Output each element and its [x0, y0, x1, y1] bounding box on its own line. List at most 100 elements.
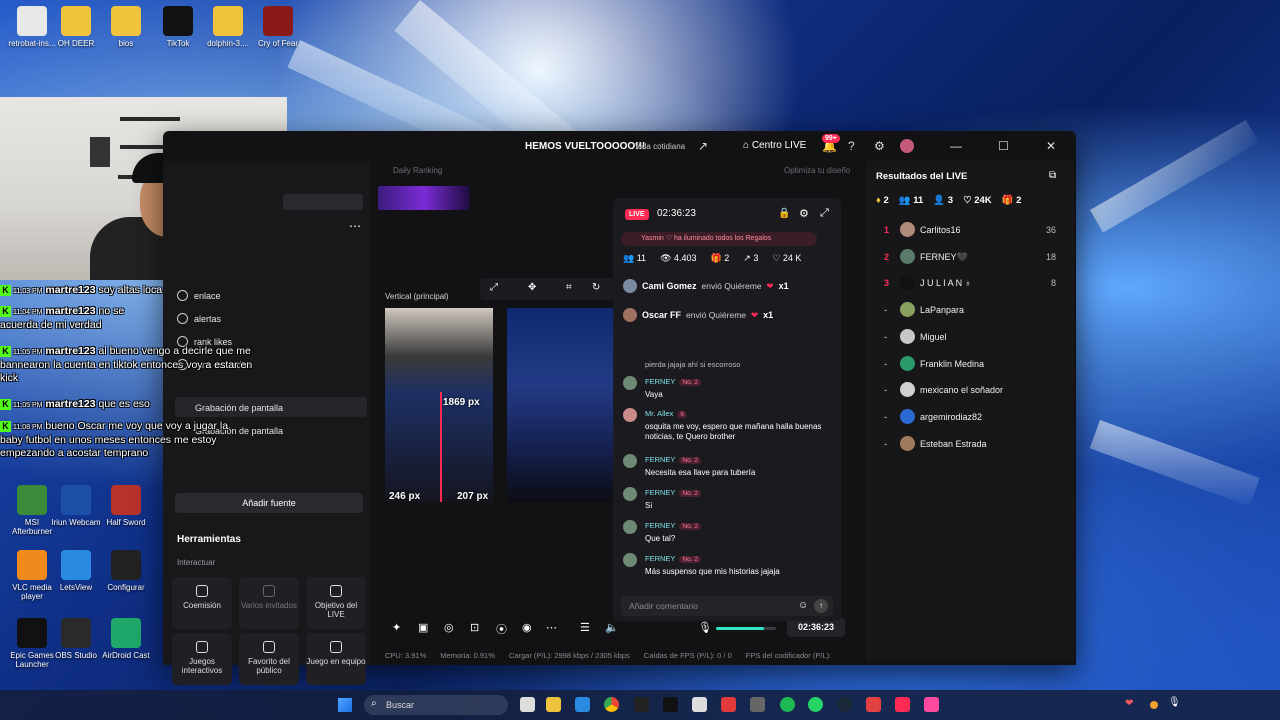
gifter-name: Franklin Medina: [920, 358, 985, 369]
tool-juego-equipo[interactable]: Juego en equipo: [306, 633, 366, 685]
scene-tab-active[interactable]: [283, 194, 363, 210]
ranking-row[interactable]: 3 J U L I A N ♁ 8: [876, 273, 1066, 293]
spotify-icon[interactable]: [780, 697, 795, 712]
tool-objetivo-live[interactable]: Objetivo del LIVE: [306, 577, 366, 629]
upload-rate: Cargar (P/L): 2998 kbps / 2305 kbps: [508, 651, 630, 660]
desktop-icon[interactable]: Cry of Fear: [250, 6, 306, 48]
record-icon[interactable]: ⦿: [496, 621, 507, 637]
send-button[interactable]: ↑: [814, 599, 828, 613]
optimize-layout-label[interactable]: Optimiza tu diseño: [784, 166, 850, 175]
capture-icon[interactable]: ⊡: [470, 621, 479, 634]
chat-username[interactable]: Mr. Allex 6: [645, 409, 687, 418]
ranking-row[interactable]: - argemirodiaz82: [876, 407, 1066, 427]
filter-icon[interactable]: ◎: [444, 621, 454, 634]
desktop-icon[interactable]: Configurar: [98, 550, 154, 592]
help-icon[interactable]: ?: [848, 139, 855, 153]
camera-icon[interactable]: ◉: [522, 621, 532, 634]
position-icon[interactable]: ✥: [528, 282, 536, 293]
epic-games-icon[interactable]: [634, 697, 649, 712]
mic-icon[interactable]: 🎙: [698, 621, 712, 634]
close-button[interactable]: ✕: [1046, 139, 1056, 153]
tiktok-icon[interactable]: [663, 697, 678, 712]
cpu-usage: CPU: 3.91%: [385, 651, 427, 660]
app-icon[interactable]: [866, 697, 881, 712]
menu-item-alertas[interactable]: alertas: [177, 313, 221, 324]
preview-screen-source[interactable]: [507, 308, 615, 502]
tool-favorito-publico[interactable]: Favorito del público: [239, 633, 299, 685]
tray-icon[interactable]: ❤: [1125, 698, 1133, 709]
desktop-icon-label: AirDroid Cast: [102, 651, 150, 660]
ranking-row[interactable]: 2 FERNEY🖤 18: [876, 247, 1066, 267]
desktop-icon[interactable]: Iriun Webcam: [48, 485, 104, 527]
chat-settings-icon[interactable]: ⚙: [799, 207, 809, 220]
mixer-icon[interactable]: ☰: [580, 621, 590, 634]
centro-live-button[interactable]: ⌂ Centro LIVE: [743, 140, 806, 151]
desktop-icon[interactable]: bios: [98, 6, 154, 48]
chrome-icon[interactable]: [604, 697, 619, 712]
crop-icon[interactable]: ⌗: [566, 282, 572, 293]
overlay-chat-message: K 11:05 PM martre123 que es eso: [0, 398, 200, 412]
mic-volume-slider[interactable]: [716, 627, 776, 630]
taskbar: Buscar ⌕ ❤ 🎙: [0, 690, 1280, 720]
expand-icon[interactable]: ⧉: [1049, 170, 1056, 181]
settings-gear-icon[interactable]: ⚙: [874, 139, 885, 153]
file-explorer-icon[interactable]: [546, 697, 561, 712]
home-icon: ⌂: [743, 140, 752, 151]
ranking-row[interactable]: 1 Carlitos16 36: [876, 220, 1066, 240]
app-icon: [61, 485, 91, 515]
speaker-icon[interactable]: 🔈: [605, 621, 619, 634]
maximize-button[interactable]: ☐: [998, 139, 1009, 153]
minimize-button[interactable]: —: [950, 139, 962, 153]
effects-icon[interactable]: ▣: [418, 621, 428, 634]
ranking-row[interactable]: - Franklin Medina: [876, 354, 1066, 374]
source-screen-recording-1[interactable]: Grabación de pantalla: [195, 403, 283, 413]
desktop-icon[interactable]: LetsView: [48, 550, 104, 592]
emoji-icon[interactable]: ☺: [798, 600, 808, 611]
fit-icon[interactable]: ⤢: [490, 282, 498, 293]
tool-juegos-interactivos[interactable]: Juegos interactivos: [172, 633, 232, 685]
ranking-row[interactable]: - Esteban Estrada: [876, 434, 1066, 454]
more-options-icon[interactable]: ⋯: [349, 219, 361, 233]
chat-username[interactable]: FERNEY No. 2: [645, 488, 701, 497]
add-source-button[interactable]: Añadir fuente: [175, 493, 363, 513]
kick-icon: K: [0, 420, 11, 432]
desktop-icon[interactable]: AirDroid Cast: [98, 618, 154, 660]
chat-username[interactable]: FERNEY No. 2: [645, 455, 701, 464]
results-stats: ♦ 2 👥 11 👤 3 ♡ 24K 🎁 2: [876, 195, 1021, 206]
desktop-icon[interactable]: Half Sword: [98, 485, 154, 527]
chat-username[interactable]: FERNEY No. 2: [645, 554, 701, 563]
mic-tray-icon[interactable]: 🎙: [1168, 697, 1181, 708]
steam-icon[interactable]: [837, 697, 852, 712]
app-icon[interactable]: [750, 697, 765, 712]
desktop-icon[interactable]: OBS Studio: [48, 618, 104, 660]
tiktok-live-studio-icon[interactable]: [895, 697, 910, 712]
chat-username[interactable]: FERNEY No. 2: [645, 521, 701, 530]
search-icon: ⌕: [371, 698, 377, 709]
share-icon[interactable]: ↗: [698, 139, 708, 153]
desktop-icon[interactable]: TikTok: [150, 6, 206, 48]
tool-varios-invitados[interactable]: Varios invitados: [239, 577, 299, 629]
capture-app-icon[interactable]: [721, 697, 736, 712]
whatsapp-icon[interactable]: [808, 697, 823, 712]
desktop-icon[interactable]: OH DEER: [48, 6, 104, 48]
taskbar-search[interactable]: Buscar: [364, 695, 508, 715]
notes-icon[interactable]: [692, 697, 707, 712]
store-icon[interactable]: [575, 697, 590, 712]
lock-icon[interactable]: 🔒: [778, 208, 790, 219]
chat-username[interactable]: FERNEY No. 2: [645, 377, 701, 386]
tray-icon[interactable]: [1150, 701, 1158, 709]
task-view-icon[interactable]: [520, 697, 535, 712]
rotate-icon[interactable]: ↻: [592, 282, 600, 293]
magic-icon[interactable]: ✦: [392, 621, 401, 634]
ranking-row[interactable]: - mexicano el soñador: [876, 380, 1066, 400]
tool-coemision[interactable]: Coemisión: [172, 577, 232, 629]
stream-category[interactable]: Vida cotidiana: [635, 142, 685, 151]
ranking-row[interactable]: - Miguel: [876, 327, 1066, 347]
ranking-row[interactable]: - LaPanpara: [876, 300, 1066, 320]
app-icon[interactable]: [924, 697, 939, 712]
popout-icon[interactable]: ⤢: [820, 207, 829, 220]
more-icon[interactable]: ⋯: [546, 621, 557, 634]
desktop-icon[interactable]: dolphin-3....: [200, 6, 256, 48]
profile-avatar[interactable]: [900, 139, 914, 153]
windows-start-icon[interactable]: [338, 698, 352, 712]
